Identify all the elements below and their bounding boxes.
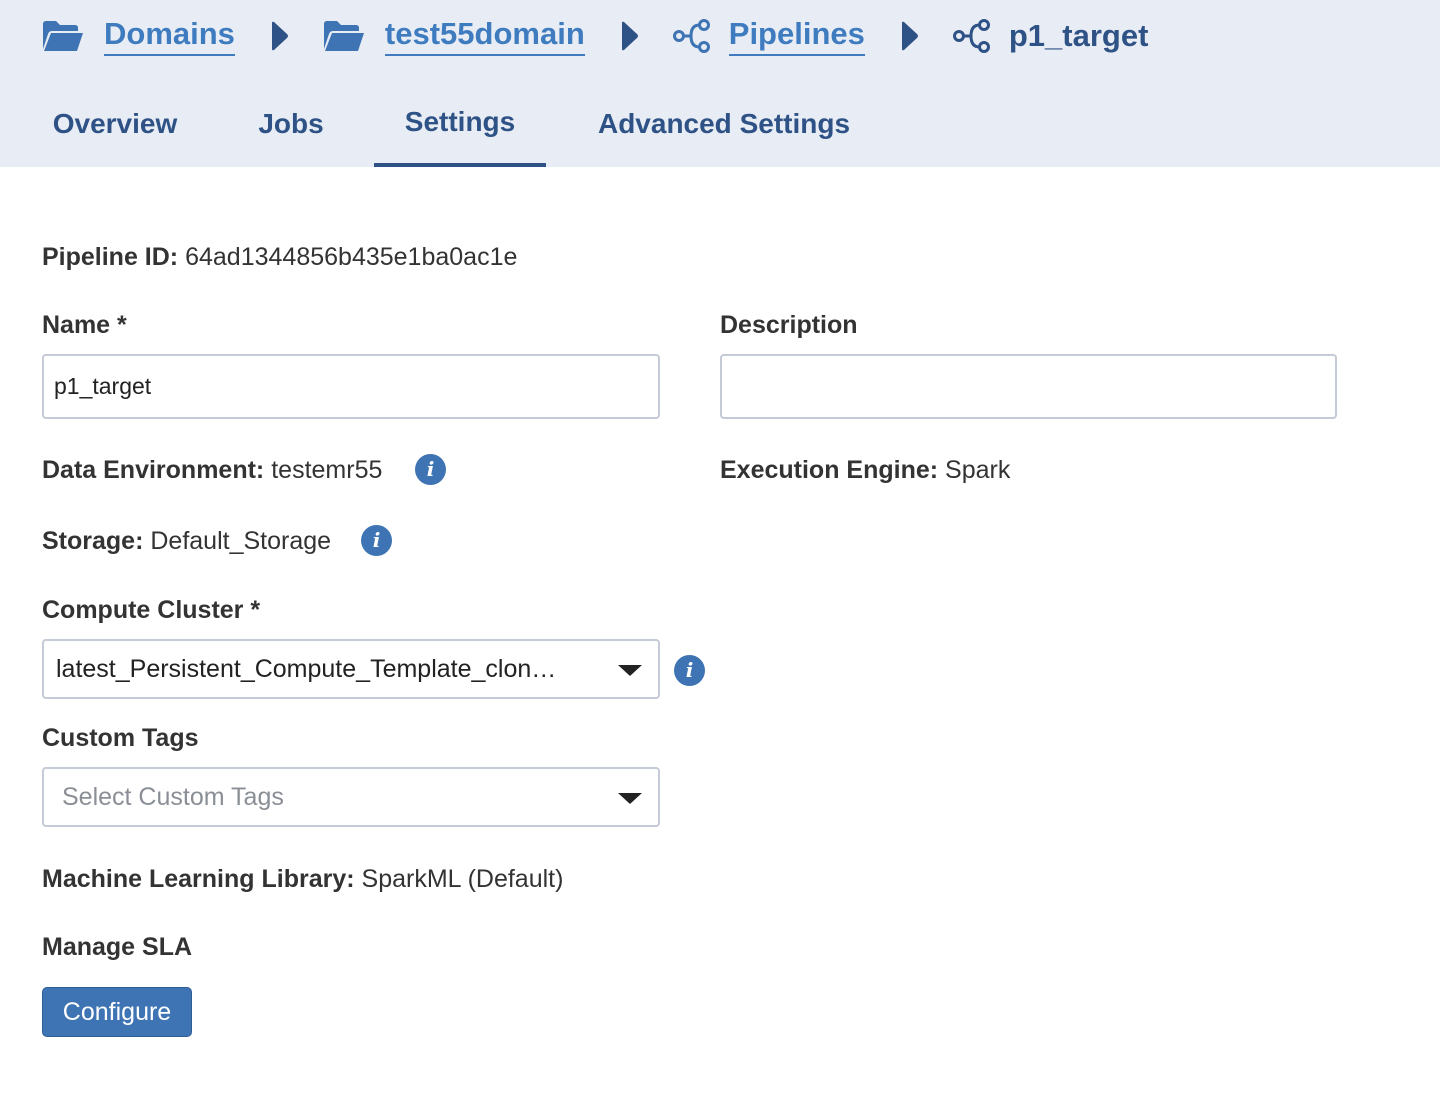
folder-icon <box>323 21 364 51</box>
compute-cluster-select[interactable]: latest_Persistent_Compute_Template_clon… <box>42 639 660 699</box>
breadcrumb: Domains test55domain Pipelines p1_target <box>42 14 1148 58</box>
breadcrumb-domain[interactable]: test55domain <box>323 16 585 56</box>
compute-cluster-info-icon[interactable]: i <box>674 655 705 686</box>
custom-tags-select[interactable]: Select Custom Tags <box>42 767 660 827</box>
storage-label: Storage: <box>42 527 144 555</box>
tab-settings[interactable]: Settings <box>374 80 546 167</box>
tab-bar: Overview Jobs Settings Advanced Settings <box>0 80 1000 167</box>
tab-jobs[interactable]: Jobs <box>230 80 352 167</box>
breadcrumb-pipelines-link[interactable]: Pipelines <box>728 16 865 56</box>
breadcrumb-current: p1_target <box>952 18 1149 54</box>
execution-engine-row: Execution Engine: Spark <box>720 456 1010 485</box>
description-input[interactable] <box>720 354 1337 419</box>
pipeline-id-value: 64ad1344856b435e1ba0ac1e <box>185 243 518 271</box>
chevron-down-icon <box>618 665 642 676</box>
caret-right-icon <box>901 21 918 51</box>
ml-library-value: SparkML (Default) <box>361 865 564 893</box>
execution-engine-value: Spark <box>945 456 1011 484</box>
data-environment-info-icon[interactable]: i <box>415 454 446 485</box>
pipeline-id-label: Pipeline ID: <box>42 243 179 271</box>
breadcrumb-pipelines[interactable]: Pipelines <box>672 16 865 56</box>
storage-value: Default_Storage <box>150 527 332 555</box>
pipeline-id-row: Pipeline ID: 64ad1344856b435e1ba0ac1e <box>42 243 517 272</box>
pipeline-icon <box>672 19 710 53</box>
data-environment-value: testemr55 <box>271 456 383 484</box>
pipeline-icon <box>952 19 990 53</box>
page-header: Domains test55domain Pipelines p1_target… <box>0 0 1440 167</box>
folder-icon <box>43 21 83 51</box>
custom-tags-placeholder: Select Custom Tags <box>62 782 284 811</box>
compute-cluster-label: Compute Cluster * <box>42 596 261 624</box>
compute-cluster-value: latest_Persistent_Compute_Template_clon… <box>56 654 557 683</box>
breadcrumb-domain-link[interactable]: test55domain <box>384 16 585 56</box>
data-environment-row: Data Environment: testemr55 <box>42 456 382 485</box>
name-input[interactable] <box>42 354 660 419</box>
breadcrumb-domains-link[interactable]: Domains <box>104 16 235 56</box>
manage-sla-label: Manage SLA <box>42 933 193 961</box>
ml-library-row: Machine Learning Library: SparkML (Defau… <box>42 865 563 894</box>
caret-right-icon <box>621 21 638 51</box>
description-label: Description <box>720 311 858 339</box>
storage-row: Storage: Default_Storage <box>42 527 331 556</box>
chevron-down-icon <box>618 793 642 804</box>
breadcrumb-current-label: p1_target <box>1008 18 1149 53</box>
data-environment-label: Data Environment: <box>42 456 265 484</box>
configure-button[interactable]: Configure <box>42 987 192 1037</box>
storage-info-icon[interactable]: i <box>361 525 392 556</box>
tab-overview[interactable]: Overview <box>22 80 208 167</box>
name-label: Name * <box>42 311 127 339</box>
tab-advanced-settings[interactable]: Advanced Settings <box>568 80 880 167</box>
ml-library-label: Machine Learning Library: <box>42 865 355 893</box>
execution-engine-label: Execution Engine: <box>720 456 939 484</box>
caret-right-icon <box>271 21 288 51</box>
custom-tags-label: Custom Tags <box>42 724 199 752</box>
breadcrumb-domains[interactable]: Domains <box>42 16 235 56</box>
